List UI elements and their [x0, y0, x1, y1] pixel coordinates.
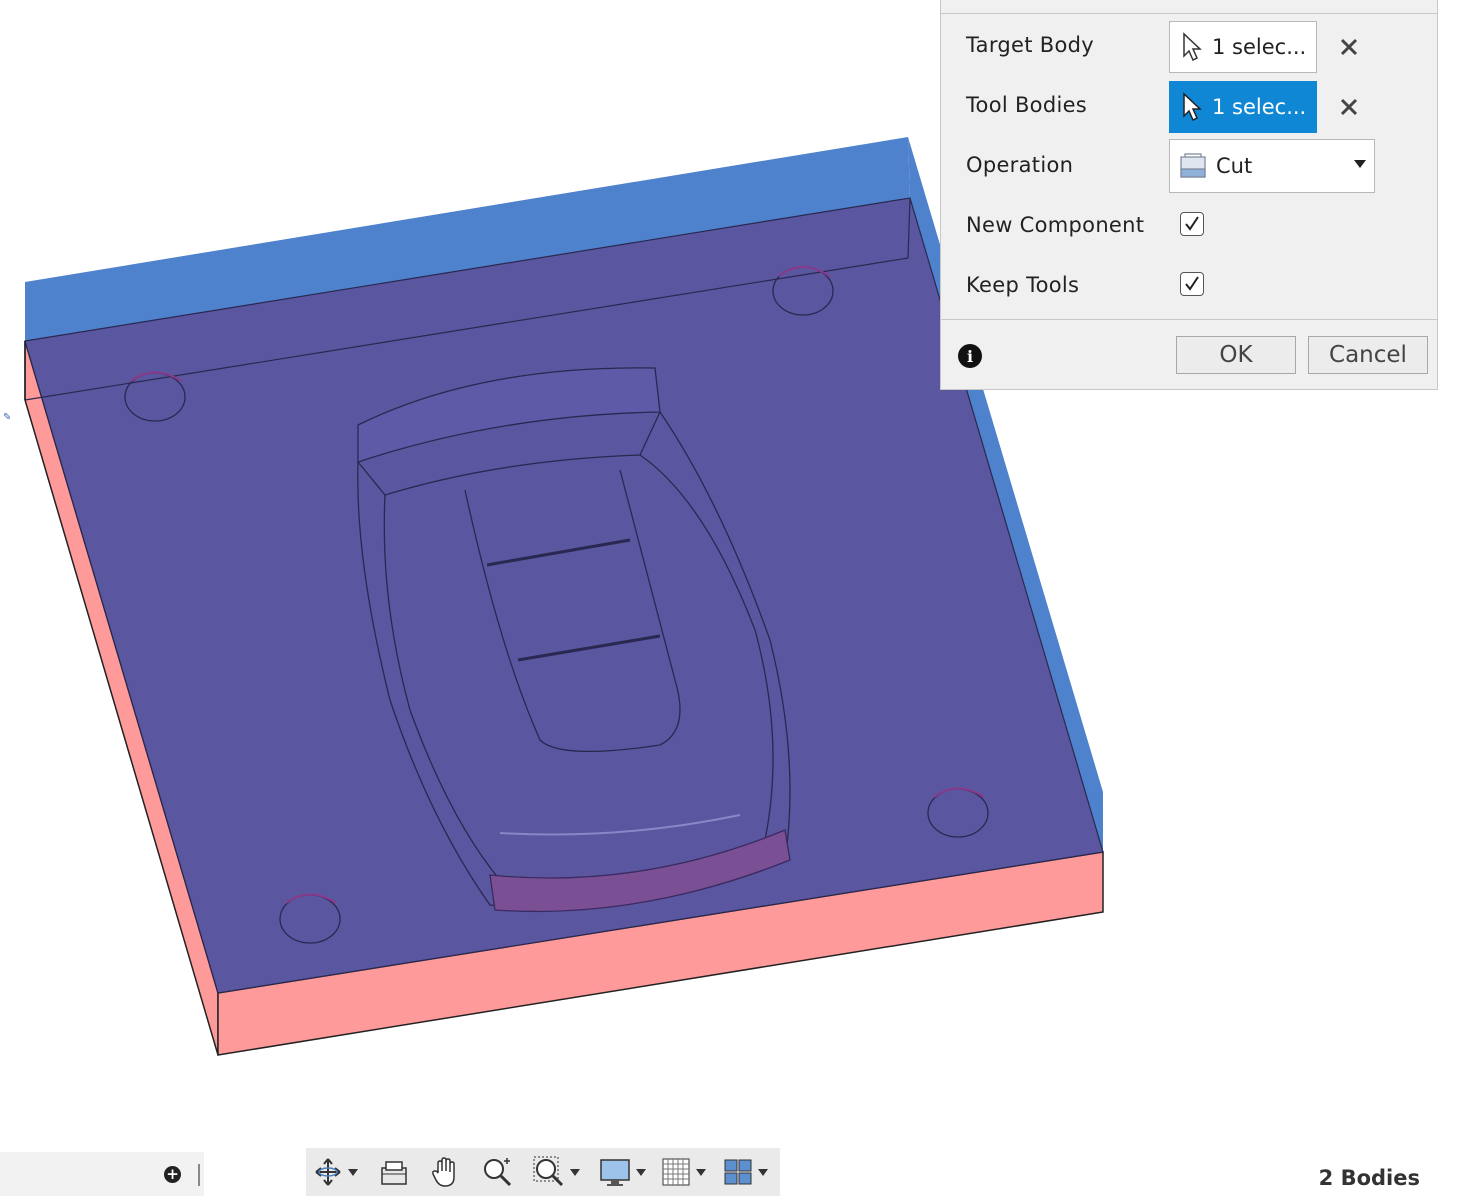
look-at-icon [381, 1161, 407, 1185]
display-settings-icon [600, 1159, 630, 1186]
close-icon [1340, 98, 1358, 116]
info-icon[interactable]: i [958, 344, 982, 368]
new-component-checkbox[interactable] [1180, 212, 1204, 236]
fit-tool[interactable] [532, 1154, 580, 1190]
target-body-row: Target Body 1 selec... [941, 15, 1437, 75]
chevron-down-icon[interactable] [348, 1168, 358, 1176]
viewports-tool[interactable] [722, 1154, 768, 1190]
tool-bodies-selection[interactable]: 1 selec... [1169, 81, 1317, 133]
timeline-bar: + [0, 1152, 204, 1196]
navigation-toolbar [306, 1148, 780, 1196]
select-cursor-icon [1183, 32, 1202, 62]
cut-operation-icon [1180, 153, 1206, 178]
keep-tools-checkbox[interactable] [1180, 272, 1204, 296]
chevron-down-icon[interactable] [636, 1168, 646, 1176]
chevron-down-icon[interactable] [570, 1168, 580, 1176]
tool-bodies-row: Tool Bodies 1 selec... [941, 75, 1437, 135]
pan-icon [432, 1157, 455, 1187]
dialog-header-strip [941, 0, 1437, 14]
tool-bodies-label: Tool Bodies [966, 93, 1088, 117]
target-body-value: 1 selec... [1212, 35, 1307, 59]
viewports-icon [724, 1159, 752, 1185]
edge-marker-icon: ✎ [3, 412, 12, 423]
keep-tools-label: Keep Tools [966, 273, 1080, 297]
combine-dialog: Target Body 1 selec... Tool Bodies 1 sel… [940, 0, 1438, 390]
new-component-row: New Component [941, 195, 1437, 255]
close-icon [1340, 38, 1358, 56]
dialog-footer: i OK Cancel [941, 319, 1437, 392]
target-body-selection[interactable]: 1 selec... [1169, 21, 1317, 73]
target-body-label: Target Body [966, 33, 1094, 57]
keep-tools-row: Keep Tools [941, 255, 1437, 315]
tool-bodies-value: 1 selec... [1212, 95, 1307, 119]
divider [198, 1164, 200, 1186]
add-comment-icon[interactable]: + [164, 1166, 181, 1183]
operation-dropdown[interactable]: Cut [1169, 139, 1375, 193]
orbit-tool[interactable] [312, 1154, 358, 1190]
clear-tool-bodies-button[interactable] [1335, 93, 1363, 121]
cancel-button[interactable]: Cancel [1308, 336, 1428, 374]
checkmark-icon [1185, 276, 1199, 291]
ok-button[interactable]: OK [1176, 336, 1296, 374]
new-component-label: New Component [966, 213, 1145, 237]
orbit-icon [315, 1158, 341, 1186]
display-settings-tool[interactable] [598, 1154, 646, 1190]
pan-tool[interactable] [428, 1154, 462, 1190]
operation-value: Cut [1216, 154, 1253, 178]
grid-tool[interactable] [660, 1154, 706, 1190]
zoom-icon [484, 1158, 512, 1187]
checkmark-icon [1185, 216, 1199, 231]
zoom-tool[interactable] [480, 1154, 514, 1190]
select-cursor-icon [1183, 92, 1202, 122]
look-at-tool[interactable] [378, 1154, 410, 1190]
operation-label: Operation [966, 153, 1074, 177]
grid-icon [662, 1158, 690, 1186]
chevron-down-icon[interactable] [758, 1168, 768, 1176]
bodies-count: 2 Bodies [1318, 1166, 1420, 1190]
chevron-down-icon [1354, 160, 1366, 168]
fit-icon [533, 1156, 564, 1187]
chevron-down-icon[interactable] [696, 1168, 706, 1176]
operation-row: Operation Cut [941, 135, 1437, 195]
clear-target-body-button[interactable] [1335, 33, 1363, 61]
